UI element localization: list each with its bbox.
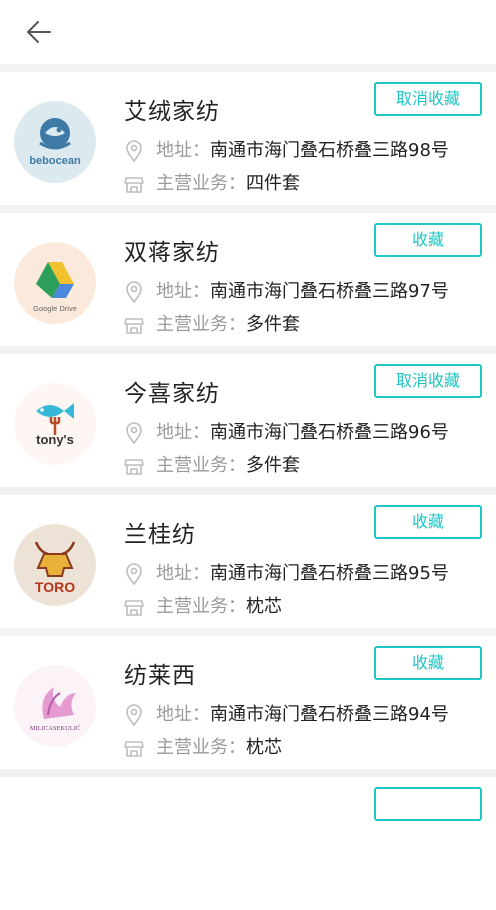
shop-name: 艾绒家纺 — [124, 99, 220, 125]
shop-logo: TORO — [14, 524, 96, 606]
address-label: 地址： — [156, 281, 210, 302]
address-value: 南通市海门叠石桥叠三路96号 — [210, 422, 449, 443]
business-label: 主营业务： — [156, 596, 246, 617]
shop-logo: bebocean — [14, 101, 96, 183]
business-value: 枕芯 — [246, 596, 282, 617]
business-label: 主营业务： — [156, 173, 246, 194]
logo-text: MILICASEKULIĆ — [30, 724, 81, 732]
shop-card[interactable]: Google Drive 双蒋家纺 收藏 地址：南通市海门叠石桥叠三路97号 主… — [0, 213, 496, 346]
favorite-button[interactable]: 收藏 — [374, 223, 482, 257]
store-icon — [124, 177, 144, 193]
logo-text: bebocean — [29, 155, 81, 167]
business-value: 枕芯 — [246, 737, 282, 758]
logo-text: Google Drive — [33, 304, 77, 313]
address-value: 南通市海门叠石桥叠三路98号 — [210, 140, 449, 161]
address-value: 南通市海门叠石桥叠三路95号 — [210, 563, 449, 584]
location-pin-icon — [126, 140, 142, 162]
unfavorite-button[interactable]: 取消收藏 — [374, 364, 482, 398]
favorite-button[interactable]: 收藏 — [374, 646, 482, 680]
shop-logo: Google Drive — [14, 242, 96, 324]
business-value: 多件套 — [246, 314, 300, 335]
unfavorite-button[interactable]: 取消收藏 — [374, 82, 482, 116]
favorite-button-partial[interactable] — [374, 787, 482, 821]
top-bar — [0, 0, 496, 64]
shop-card[interactable]: bebocean 艾绒家纺 取消收藏 地址：南通市海门叠石桥叠三路98号 主营业… — [0, 72, 496, 205]
business-value: 多件套 — [246, 455, 300, 476]
address-value: 南通市海门叠石桥叠三路94号 — [210, 704, 449, 725]
shop-card[interactable]: TORO 兰桂纺 收藏 地址：南通市海门叠石桥叠三路95号 主营业务：枕芯 — [0, 495, 496, 628]
store-icon — [124, 459, 144, 475]
store-icon — [124, 600, 144, 616]
arrow-left-icon — [27, 21, 51, 43]
business-value: 四件套 — [246, 173, 300, 194]
favorite-button[interactable]: 收藏 — [374, 505, 482, 539]
logo-text: TORO — [35, 579, 75, 595]
location-pin-icon — [126, 563, 142, 585]
shop-card[interactable]: MILICASEKULIĆ 纺莱西 收藏 地址：南通市海门叠石桥叠三路94号 主… — [0, 636, 496, 769]
shop-name: 纺莱西 — [124, 663, 196, 689]
shop-name: 兰桂纺 — [124, 522, 196, 548]
shop-card[interactable]: tony's 今喜家纺 取消收藏 地址：南通市海门叠石桥叠三路96号 主营业务：… — [0, 354, 496, 487]
shop-name: 双蒋家纺 — [124, 240, 220, 266]
address-label: 地址： — [156, 704, 210, 725]
logo-text: tony's — [36, 432, 74, 447]
address-value: 南通市海门叠石桥叠三路97号 — [210, 281, 449, 302]
address-label: 地址： — [156, 563, 210, 584]
location-pin-icon — [126, 422, 142, 444]
shop-card[interactable] — [0, 777, 496, 910]
shop-logo: tony's — [14, 383, 96, 465]
business-label: 主营业务： — [156, 737, 246, 758]
address-label: 地址： — [156, 422, 210, 443]
address-label: 地址： — [156, 140, 210, 161]
store-icon — [124, 741, 144, 757]
location-pin-icon — [126, 704, 142, 726]
shop-logo: MILICASEKULIĆ — [14, 665, 96, 747]
shop-name: 今喜家纺 — [124, 381, 220, 407]
back-button[interactable] — [22, 16, 56, 48]
location-pin-icon — [126, 281, 142, 303]
store-icon — [124, 318, 144, 334]
business-label: 主营业务： — [156, 314, 246, 335]
business-label: 主营业务： — [156, 455, 246, 476]
